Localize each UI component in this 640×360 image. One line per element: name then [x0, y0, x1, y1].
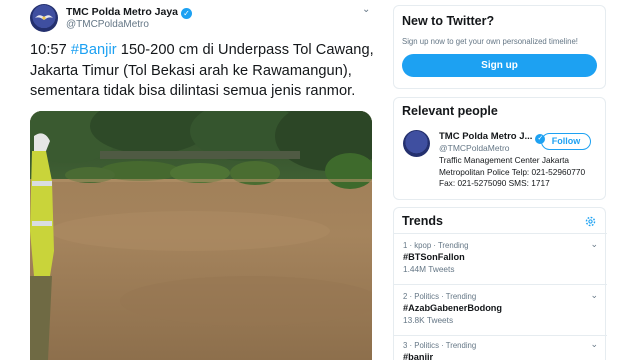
avatar[interactable] — [403, 130, 430, 157]
author-name[interactable]: TMC Polda Metro Jaya ✓ — [66, 6, 193, 19]
divider — [394, 284, 607, 285]
panel-subtitle: Sign up now to get your own personalized… — [402, 37, 578, 46]
trend-count: 13.8K Tweets — [403, 315, 454, 325]
divider — [394, 335, 607, 336]
author-avatar[interactable] — [30, 4, 58, 32]
trend-context: 1 · kpop · Trending — [403, 241, 469, 250]
trend-context: 2 · Politics · Trending — [403, 292, 477, 301]
gear-icon[interactable] — [584, 215, 597, 228]
follow-button[interactable]: Follow — [541, 133, 591, 150]
logo-emblem-icon — [35, 15, 53, 20]
trend-context: 3 · Politics · Trending — [403, 341, 477, 350]
trend-item[interactable]: 3 · Politics · Trending #banjir ⌄ — [403, 339, 598, 360]
trend-item[interactable]: 1 · kpop · Trending #BTSonFallon 1.44M T… — [403, 239, 598, 274]
flood-video-frame — [30, 111, 372, 360]
trend-name: #BTSonFallon — [403, 252, 465, 262]
divider — [394, 233, 607, 234]
panel-title: Relevant people — [402, 104, 498, 118]
tweet-text: 10:57 #Banjir 150-200 cm di Underpass To… — [30, 42, 374, 99]
signup-button[interactable]: Sign up — [402, 54, 597, 77]
chevron-down-icon[interactable]: ⌄ — [590, 339, 598, 350]
chevron-down-icon[interactable]: ⌄ — [590, 290, 598, 301]
trend-name: #banjir — [403, 352, 434, 360]
trend-count: 1.44M Tweets — [403, 264, 455, 274]
trends-panel: Trends 1 · kpop · Trending #BTSonFallon … — [393, 207, 607, 360]
panel-title: New to Twitter? — [402, 14, 495, 28]
verified-badge-icon: ✓ — [181, 8, 193, 19]
chevron-down-icon[interactable]: ⌄ — [362, 4, 370, 15]
tweet: TMC Polda Metro Jaya ✓ @TMCPoldaMetro ⌄ 1… — [0, 0, 385, 360]
new-to-twitter-panel: New to Twitter? Sign up now to get your … — [393, 5, 606, 89]
tweet-video[interactable] — [30, 111, 372, 360]
author-handle[interactable]: @TMCPoldaMetro — [66, 19, 149, 30]
trend-name: #AzabGabenerBodong — [403, 303, 503, 313]
panel-title: Trends — [402, 214, 443, 228]
trend-item[interactable]: 2 · Politics · Trending #AzabGabenerBodo… — [403, 290, 598, 325]
chevron-down-icon[interactable]: ⌄ — [590, 239, 598, 250]
profile-handle[interactable]: @TMCPoldaMetro — [439, 143, 510, 153]
relevant-people-panel: Relevant people TMC Polda Metro J... ✓ @T… — [393, 97, 606, 200]
profile-bio: Traffic Management Center Jakarta Metrop… — [439, 155, 586, 188]
hashtag-link[interactable]: #Banjir — [71, 42, 117, 58]
